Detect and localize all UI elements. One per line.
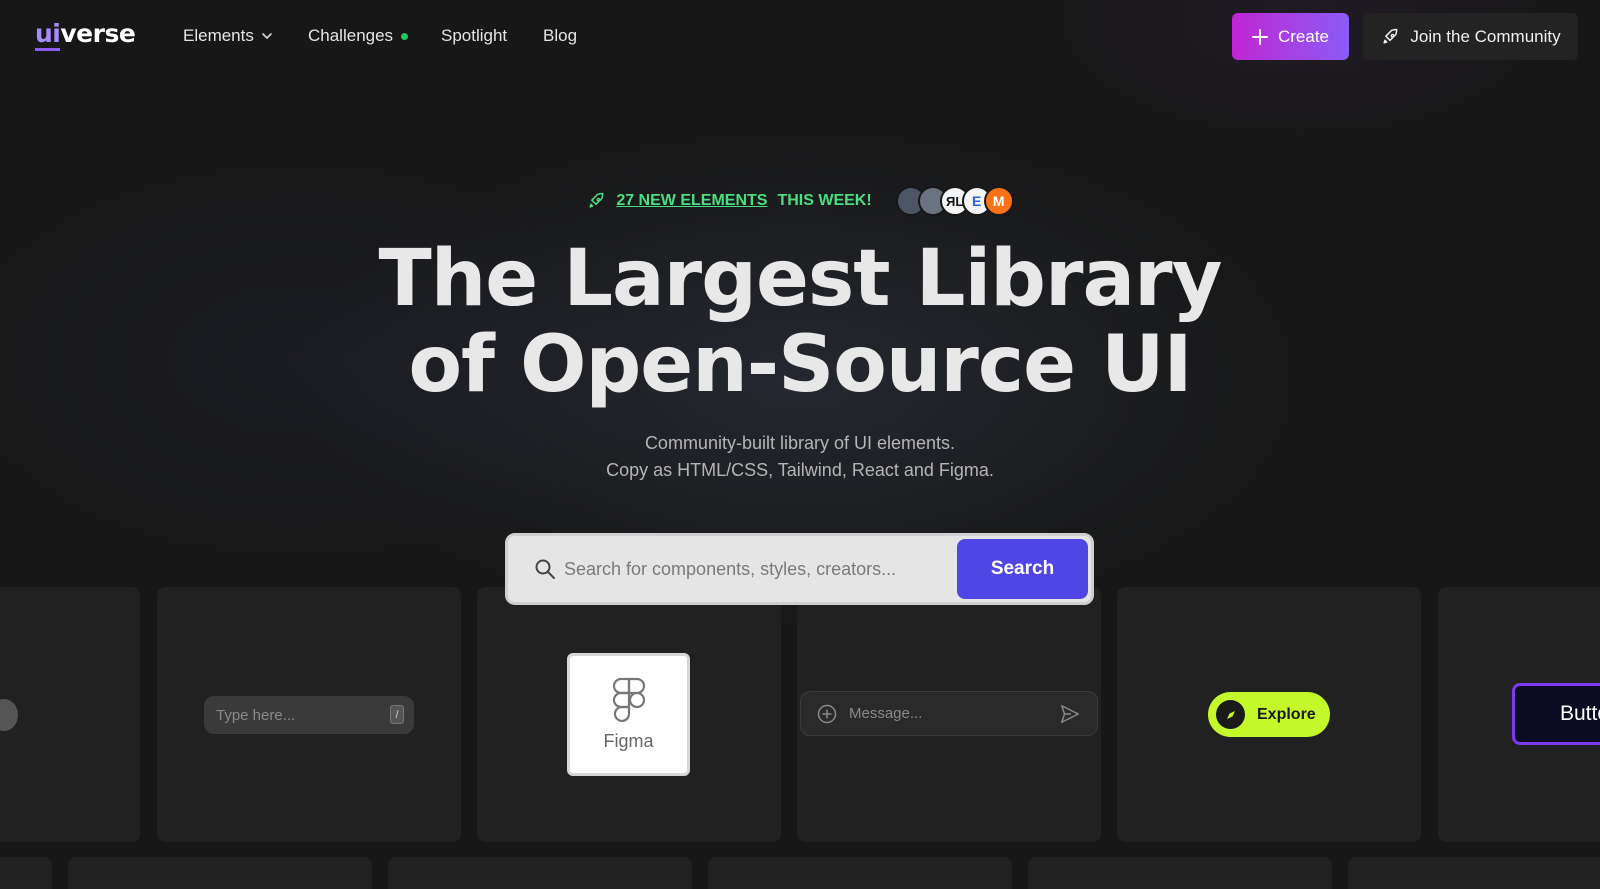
rocket-icon [589, 192, 604, 208]
nav-item-blog[interactable]: Blog [543, 26, 577, 46]
message-placeholder: Message... [849, 705, 923, 722]
logo-verse-text: verse [60, 19, 136, 48]
hero-subtitle: Community-built library of UI elements. … [0, 430, 1600, 484]
hero-subtitle-line-1: Community-built library of UI elements. [644, 433, 956, 453]
nav-item-spotlight-label: Spotlight [441, 26, 508, 45]
element-card[interactable] [1028, 857, 1332, 889]
element-card[interactable]: Figma [477, 587, 781, 842]
page: uiverse Elements Challenges Spotlight Bl… [0, 0, 1600, 889]
element-card[interactable] [708, 857, 1012, 889]
nav-item-challenges[interactable]: Challenges [308, 26, 409, 46]
explore-button-preview: Explore [1208, 692, 1330, 737]
avatar[interactable]: M [983, 186, 1014, 216]
plus-circle-icon [817, 704, 837, 724]
element-card[interactable] [388, 857, 692, 889]
nav-item-challenges-label: Challenges [308, 26, 394, 45]
hero-title-line-2: of Open-Source UI [408, 320, 1192, 410]
plus-icon [1251, 28, 1268, 45]
create-button-label: Create [1277, 26, 1330, 46]
element-card[interactable] [68, 857, 372, 889]
type-here-input-preview: Type here... / [204, 696, 414, 734]
figma-card-preview: Figma [567, 653, 690, 776]
hero-title-line-1: The Largest Library [378, 234, 1223, 324]
new-elements-announcement: 27 NEW ELEMENTS THIS WEEK! ЯL Ε M [0, 186, 1600, 216]
element-card[interactable] [0, 857, 52, 889]
hero-subtitle-line-2: Copy as HTML/CSS, Tailwind, React and Fi… [606, 460, 994, 480]
message-input-preview: Message... [800, 691, 1098, 736]
search-bar: Search [505, 533, 1094, 605]
figma-icon [612, 677, 645, 723]
create-button[interactable]: Create [1232, 13, 1349, 60]
element-card[interactable]: Explore [1117, 587, 1421, 842]
nav-item-elements-label: Elements [183, 26, 254, 45]
element-card[interactable]: Butto [1438, 587, 1600, 842]
figma-label: Figma [603, 731, 654, 751]
explore-label: Explore [1257, 705, 1316, 723]
element-card[interactable] [1348, 857, 1600, 889]
compass-icon [1216, 700, 1245, 729]
join-community-button[interactable]: Join the Community [1363, 13, 1578, 60]
search-input[interactable] [564, 554, 944, 584]
element-card[interactable]: Type here... / [157, 587, 461, 842]
nav-item-elements[interactable]: Elements [183, 26, 272, 46]
search-button[interactable]: Search [957, 539, 1088, 599]
chevron-down-icon [262, 33, 272, 39]
button-preview-label: Butto [1560, 702, 1600, 725]
button-preview: Butto [1512, 683, 1600, 745]
contributor-avatars: ЯL Ε M [895, 186, 1014, 216]
search-button-label: Search [990, 558, 1055, 579]
new-elements-link[interactable]: 27 NEW ELEMENTS [616, 192, 767, 210]
rocket-icon [1383, 28, 1398, 44]
top-navigation: uiverse Elements Challenges Spotlight Bl… [0, 0, 1600, 72]
nav-item-spotlight[interactable]: Spotlight [441, 26, 507, 46]
type-here-placeholder: Type here... [216, 706, 296, 724]
announcement-suffix: THIS WEEK! [777, 192, 872, 209]
element-card[interactable]: Message... [797, 587, 1101, 842]
slash-shortcut-key: / [390, 705, 404, 724]
logo-ui-text: ui [35, 19, 61, 51]
send-icon [1061, 705, 1079, 723]
uiverse-logo[interactable]: uiverse [35, 19, 136, 51]
nav-item-blog-label: Blog [543, 26, 578, 45]
new-indicator-dot [401, 32, 409, 40]
join-community-label: Join the Community [1410, 26, 1561, 46]
element-card[interactable] [0, 587, 140, 842]
search-icon [535, 559, 555, 579]
toggle-knob-preview [0, 699, 18, 731]
hero-title: The Largest Library of Open-Source UI [0, 236, 1600, 408]
